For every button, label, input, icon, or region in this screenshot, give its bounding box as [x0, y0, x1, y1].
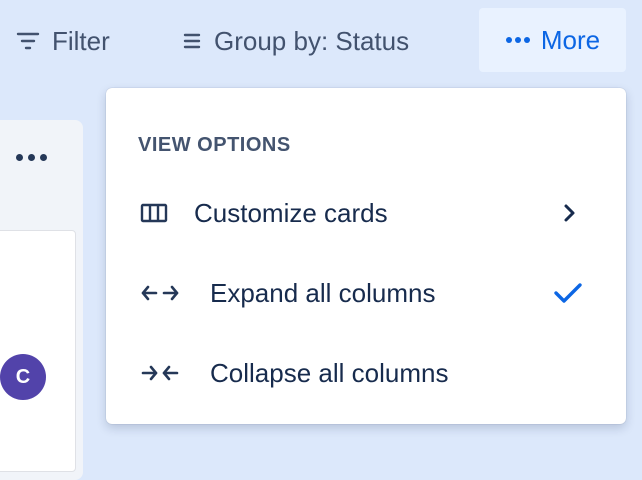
- collapse-arrows-icon: [140, 363, 180, 383]
- menu-heading: VIEW OPTIONS: [138, 134, 291, 156]
- menu-item-expand-all-columns[interactable]: Expand all columns: [106, 257, 626, 329]
- group-by-button[interactable]: Group by: Status: [182, 9, 409, 73]
- menu-item-label: Customize cards: [194, 197, 388, 228]
- more-dots-icon: [505, 36, 531, 44]
- filter-label: Filter: [52, 25, 110, 56]
- avatar[interactable]: C: [0, 354, 46, 400]
- issue-card[interactable]: [0, 230, 76, 472]
- filter-icon: [16, 31, 40, 51]
- checkmark-icon: [552, 280, 584, 306]
- menu-item-collapse-all-columns[interactable]: Collapse all columns: [106, 337, 626, 409]
- group-by-label: Group by: Status: [214, 25, 410, 56]
- menu-item-label: Collapse all columns: [210, 357, 449, 388]
- menu-item-customize-cards[interactable]: Customize cards: [106, 177, 626, 249]
- more-button[interactable]: More: [479, 8, 626, 72]
- list-icon: [182, 32, 202, 50]
- filter-button[interactable]: Filter: [16, 9, 110, 73]
- more-label: More: [540, 24, 601, 55]
- more-dropdown-menu: VIEW OPTIONS Customize cards Expand all …: [106, 88, 626, 424]
- expand-arrows-icon: [140, 283, 180, 303]
- chevron-right-icon: [563, 203, 577, 223]
- avatar-initial: C: [15, 365, 31, 388]
- column-actions-icon[interactable]: [16, 154, 47, 161]
- columns-icon: [140, 203, 168, 223]
- menu-item-label: Expand all columns: [210, 277, 436, 308]
